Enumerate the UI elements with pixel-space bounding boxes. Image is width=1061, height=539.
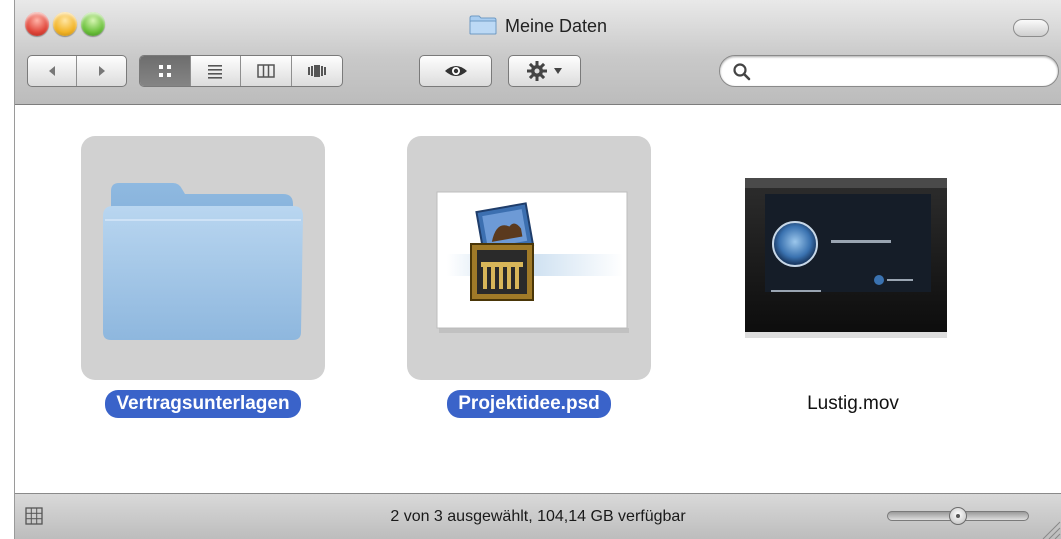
quicklook-button[interactable] <box>420 56 491 86</box>
chevron-down-icon <box>554 68 562 74</box>
search-icon <box>733 63 751 81</box>
file-item-movie[interactable]: Lustig.mov <box>731 136 975 414</box>
slider-knob[interactable] <box>949 507 967 525</box>
coverflow-view-button[interactable] <box>292 56 343 86</box>
eye-icon <box>444 66 467 76</box>
list-view-icon <box>208 65 223 79</box>
action-menu-button[interactable] <box>509 56 580 86</box>
back-icon <box>49 66 55 76</box>
toolbar-toggle-button[interactable] <box>1013 19 1049 37</box>
forward-icon <box>98 66 105 76</box>
status-bar: 2 von 3 ausgewählt, 104,14 GB verfügbar <box>15 493 1061 539</box>
movie-thumbnail-icon <box>745 178 947 338</box>
icon-size-slider[interactable] <box>887 507 1029 525</box>
window-title: Meine Daten <box>15 15 1061 37</box>
icon-view-icon <box>158 65 171 77</box>
file-name-label: Projektidee.psd <box>407 390 651 418</box>
file-name-label: Lustig.mov <box>807 393 899 414</box>
quicklook-button-group <box>419 55 492 87</box>
nav-buttons <box>27 55 127 87</box>
column-view-icon <box>257 64 275 78</box>
gear-icon <box>527 61 547 81</box>
toolbar: Meine Daten <box>15 0 1061 105</box>
selection-tile <box>81 136 325 380</box>
view-mode-buttons <box>139 55 343 87</box>
file-item-folder[interactable]: Vertragsunterlagen <box>81 136 325 418</box>
finder-window: Meine Daten Vertragsunterlagen Projektid… <box>14 0 1061 539</box>
selection-tile <box>407 136 651 380</box>
forward-button[interactable] <box>77 56 126 86</box>
image-thumbnail-icon <box>436 191 629 333</box>
column-view-button[interactable] <box>241 56 292 86</box>
back-button[interactable] <box>28 56 78 86</box>
search-input[interactable] <box>758 60 1052 84</box>
file-tile <box>731 136 975 380</box>
file-item-psd[interactable]: Projektidee.psd <box>407 136 651 418</box>
folder-icon <box>469 15 497 35</box>
file-browser-icon-view: Vertragsunterlagen Projektidee.psd Lusti… <box>15 105 1061 493</box>
window-title-text: Meine Daten <box>504 16 608 36</box>
file-name-label: Vertragsunterlagen <box>81 390 325 418</box>
coverflow-view-icon <box>307 65 326 77</box>
resize-grip-icon[interactable] <box>1039 518 1061 539</box>
action-button-group <box>508 55 581 87</box>
folder-icon <box>103 183 303 340</box>
list-view-button[interactable] <box>191 56 241 86</box>
search-field[interactable] <box>719 55 1059 87</box>
icon-view-button[interactable] <box>140 56 191 86</box>
